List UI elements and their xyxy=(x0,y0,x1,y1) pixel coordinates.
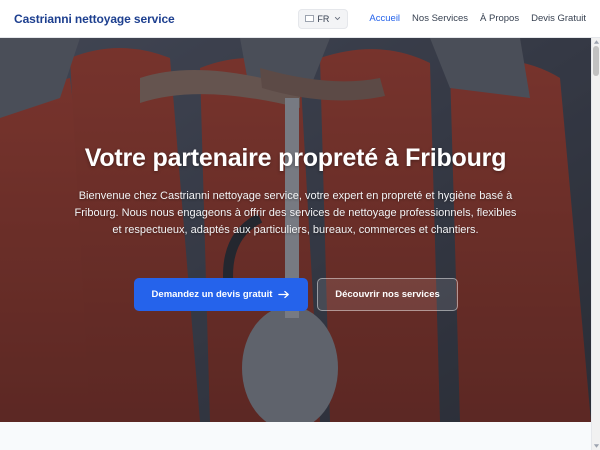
language-code: FR xyxy=(317,13,330,24)
scroll-up-arrow-icon[interactable] xyxy=(593,39,600,45)
request-quote-label: Demandez un devis gratuit xyxy=(151,289,273,300)
hero-section: Votre partenaire propreté à Fribourg Bie… xyxy=(0,38,591,422)
nav-link-accueil[interactable]: Accueil xyxy=(369,13,400,24)
request-quote-button[interactable]: Demandez un devis gratuit xyxy=(134,278,308,311)
next-section xyxy=(0,422,591,450)
arrow-right-icon xyxy=(278,290,290,299)
site-header: Castrianni nettoyage service FR Accueil … xyxy=(0,0,600,38)
scroll-down-arrow-icon[interactable] xyxy=(593,443,600,449)
nav-link-a-propos[interactable]: À Propos xyxy=(480,13,519,24)
nav-link-services[interactable]: Nos Services xyxy=(412,13,468,24)
nav-link-devis[interactable]: Devis Gratuit xyxy=(531,13,586,24)
hero-content: Votre partenaire propreté à Fribourg Bie… xyxy=(0,38,591,422)
hero-title: Votre partenaire propreté à Fribourg xyxy=(84,144,507,172)
discover-services-button[interactable]: Découvrir nos services xyxy=(317,278,458,311)
page-scrollbar[interactable] xyxy=(591,38,600,450)
site-logo-text[interactable]: Castrianni nettoyage service xyxy=(14,12,175,26)
chevron-down-icon xyxy=(335,16,341,21)
hero-description: Bienvenue chez Castrianni nettoyage serv… xyxy=(74,190,517,236)
language-selector[interactable]: FR xyxy=(298,8,349,29)
swiss-flag-icon xyxy=(305,15,315,22)
main-nav: FR Accueil Nos Services À Propos Devis G… xyxy=(298,8,586,29)
scrollbar-thumb[interactable] xyxy=(593,46,599,76)
discover-services-label: Découvrir nos services xyxy=(335,289,440,300)
